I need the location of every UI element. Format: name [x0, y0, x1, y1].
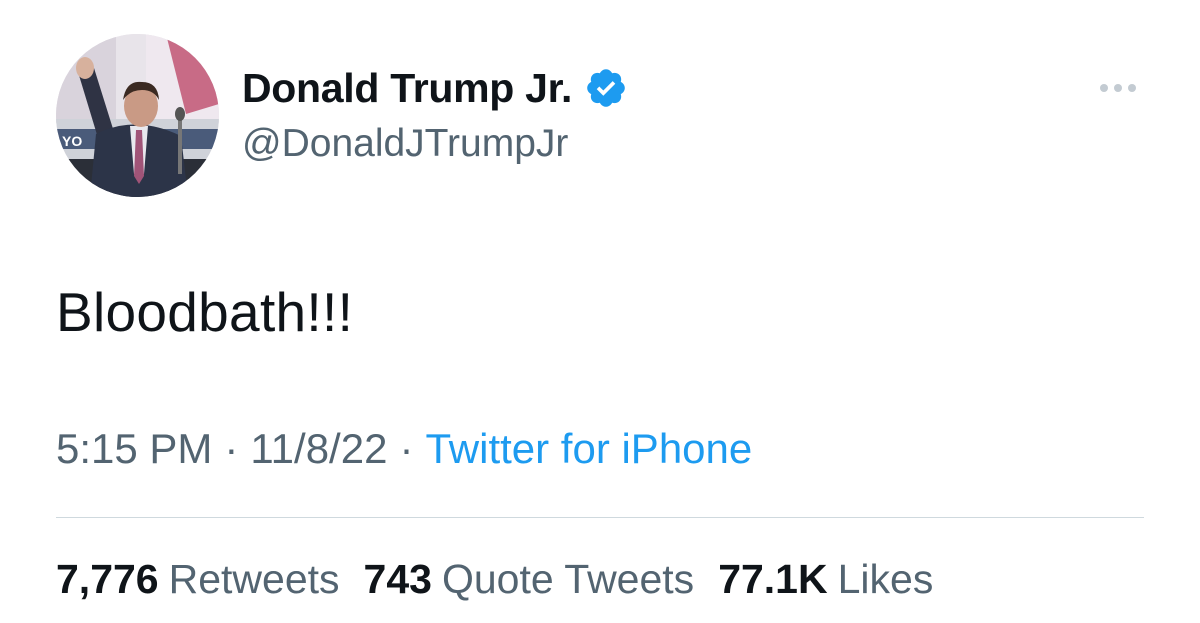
retweets-count: 7,776: [56, 556, 159, 602]
retweets-stat[interactable]: 7,776 Retweets: [56, 556, 340, 603]
tweet-time[interactable]: 5:15 PM: [56, 425, 212, 473]
meta-separator: ·: [224, 425, 239, 472]
author-handle[interactable]: @DonaldJTrumpJr: [242, 122, 568, 166]
author-display-name[interactable]: Donald Trump Jr.: [242, 65, 572, 112]
meta-separator: ·: [399, 425, 414, 472]
likes-label: Likes: [837, 556, 934, 602]
tweet-stats: 7,776 Retweets 743 Quote Tweets 77.1K Li…: [56, 556, 957, 603]
likes-stat[interactable]: 77.1K Likes: [718, 556, 933, 603]
verified-badge-icon: [584, 66, 628, 110]
tweet-card: YO Donald Trump Jr. @DonaldJTrumpJr Bloo…: [0, 0, 1200, 623]
retweets-label: Retweets: [168, 556, 340, 602]
likes-count: 77.1K: [718, 556, 828, 602]
tweet-date[interactable]: 11/8/22: [250, 425, 387, 473]
author-name-row: Donald Trump Jr.: [242, 62, 628, 114]
svg-text:YO: YO: [62, 133, 82, 149]
quote-tweets-count: 743: [363, 556, 432, 602]
quote-tweets-label: Quote Tweets: [441, 556, 695, 602]
tweet-meta: 5:15 PM · 11/8/22 · Twitter for iPhone: [56, 425, 752, 473]
avatar[interactable]: YO: [56, 34, 219, 197]
quote-tweets-stat[interactable]: 743 Quote Tweets: [364, 556, 695, 603]
more-options-icon[interactable]: [1092, 76, 1144, 100]
divider: [56, 517, 1144, 518]
tweet-source-link[interactable]: Twitter for iPhone: [425, 425, 752, 473]
avatar-image: YO: [56, 34, 219, 197]
tweet-text: Bloodbath!!!: [56, 281, 354, 343]
